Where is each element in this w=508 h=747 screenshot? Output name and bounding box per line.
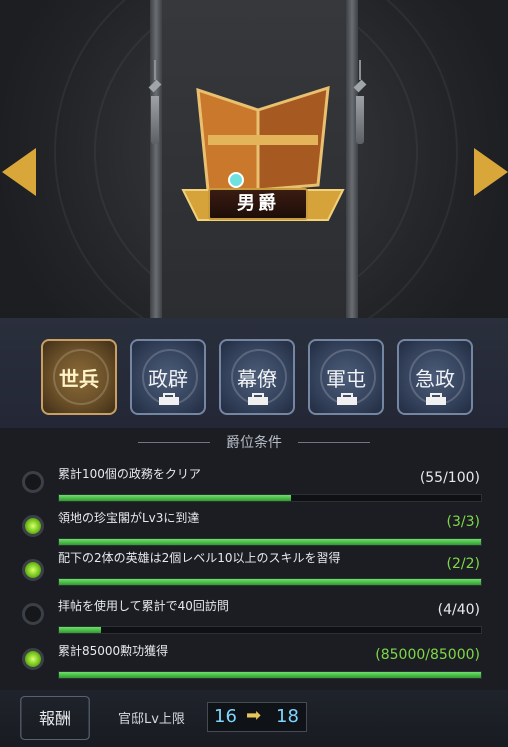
reward-description: 官邸Lv上限	[118, 712, 185, 727]
left-tassel-icon	[148, 60, 162, 145]
progress-bar	[58, 538, 482, 546]
progress-fill	[59, 627, 102, 633]
rank-title: 男爵	[208, 188, 308, 220]
lock-icon	[337, 393, 357, 405]
level-from: 16	[214, 706, 237, 727]
tab-seiheki[interactable]: 政辟	[130, 339, 206, 415]
condition-row: 拝帖を使用して累計で40回訪問 (4/40)	[22, 598, 492, 644]
condition-row: 累計100個の政務をクリア (55/100)	[22, 466, 492, 512]
status-dot-icon	[22, 603, 44, 625]
condition-row: 累計85000勲功獲得 (85000/85000)	[22, 643, 492, 689]
tab-label: 政辟	[148, 367, 188, 391]
condition-row: 配下の2体の英雄は2個レベル10以上のスキルを習得 (2/2)	[22, 550, 492, 596]
status-dot-icon	[22, 471, 44, 493]
progress-fill	[59, 495, 292, 501]
tab-label: 軍屯	[326, 367, 366, 391]
level-to: 18	[276, 706, 299, 727]
tab-seihei[interactable]: 世兵	[41, 339, 117, 415]
status-dot-icon	[22, 559, 44, 581]
right-arrow-icon[interactable]	[474, 148, 508, 196]
tab-bakuryo[interactable]: 幕僚	[219, 339, 295, 415]
progress-fill	[59, 579, 481, 585]
condition-text: 領地の珍宝閣がLv3に到達	[58, 511, 200, 525]
lock-icon	[426, 393, 446, 405]
progress-fill	[59, 672, 481, 678]
condition-text: 拝帖を使用して累計で40回訪問	[58, 599, 229, 613]
tab-label: 幕僚	[237, 367, 277, 391]
left-pillar	[150, 0, 162, 318]
progress-bar	[58, 494, 482, 502]
progress-bar	[58, 671, 482, 679]
lock-icon	[248, 393, 268, 405]
left-arrow-icon[interactable]	[2, 148, 36, 196]
right-arrow-icon: ➡	[246, 705, 262, 726]
condition-text: 累計100個の政務をクリア	[58, 467, 201, 481]
tab-gunton[interactable]: 軍屯	[308, 339, 384, 415]
right-tassel-icon	[353, 60, 367, 145]
condition-progress: (4/40)	[437, 602, 480, 618]
status-dot-icon	[22, 648, 44, 670]
progress-bar	[58, 578, 482, 586]
condition-progress: (2/2)	[446, 556, 480, 572]
tab-label: 急政	[415, 367, 455, 391]
condition-text: 累計85000勲功獲得	[58, 644, 169, 658]
tab-kyusei[interactable]: 急政	[397, 339, 473, 415]
progress-fill	[59, 539, 481, 545]
condition-text: 配下の2体の英雄は2個レベル10以上のスキルを習得	[58, 551, 341, 565]
status-dot-icon	[22, 515, 44, 537]
condition-progress: (85000/85000)	[375, 647, 480, 663]
level-change-box: 16 ➡ 18	[207, 702, 307, 732]
section-title: 爵位条件	[226, 435, 282, 451]
condition-progress: (3/3)	[446, 514, 480, 530]
progress-bar	[58, 626, 482, 634]
tab-label: 世兵	[59, 367, 99, 391]
condition-progress: (55/100)	[419, 470, 480, 486]
lock-icon	[159, 393, 179, 405]
reward-label: 報酬	[38, 709, 71, 728]
